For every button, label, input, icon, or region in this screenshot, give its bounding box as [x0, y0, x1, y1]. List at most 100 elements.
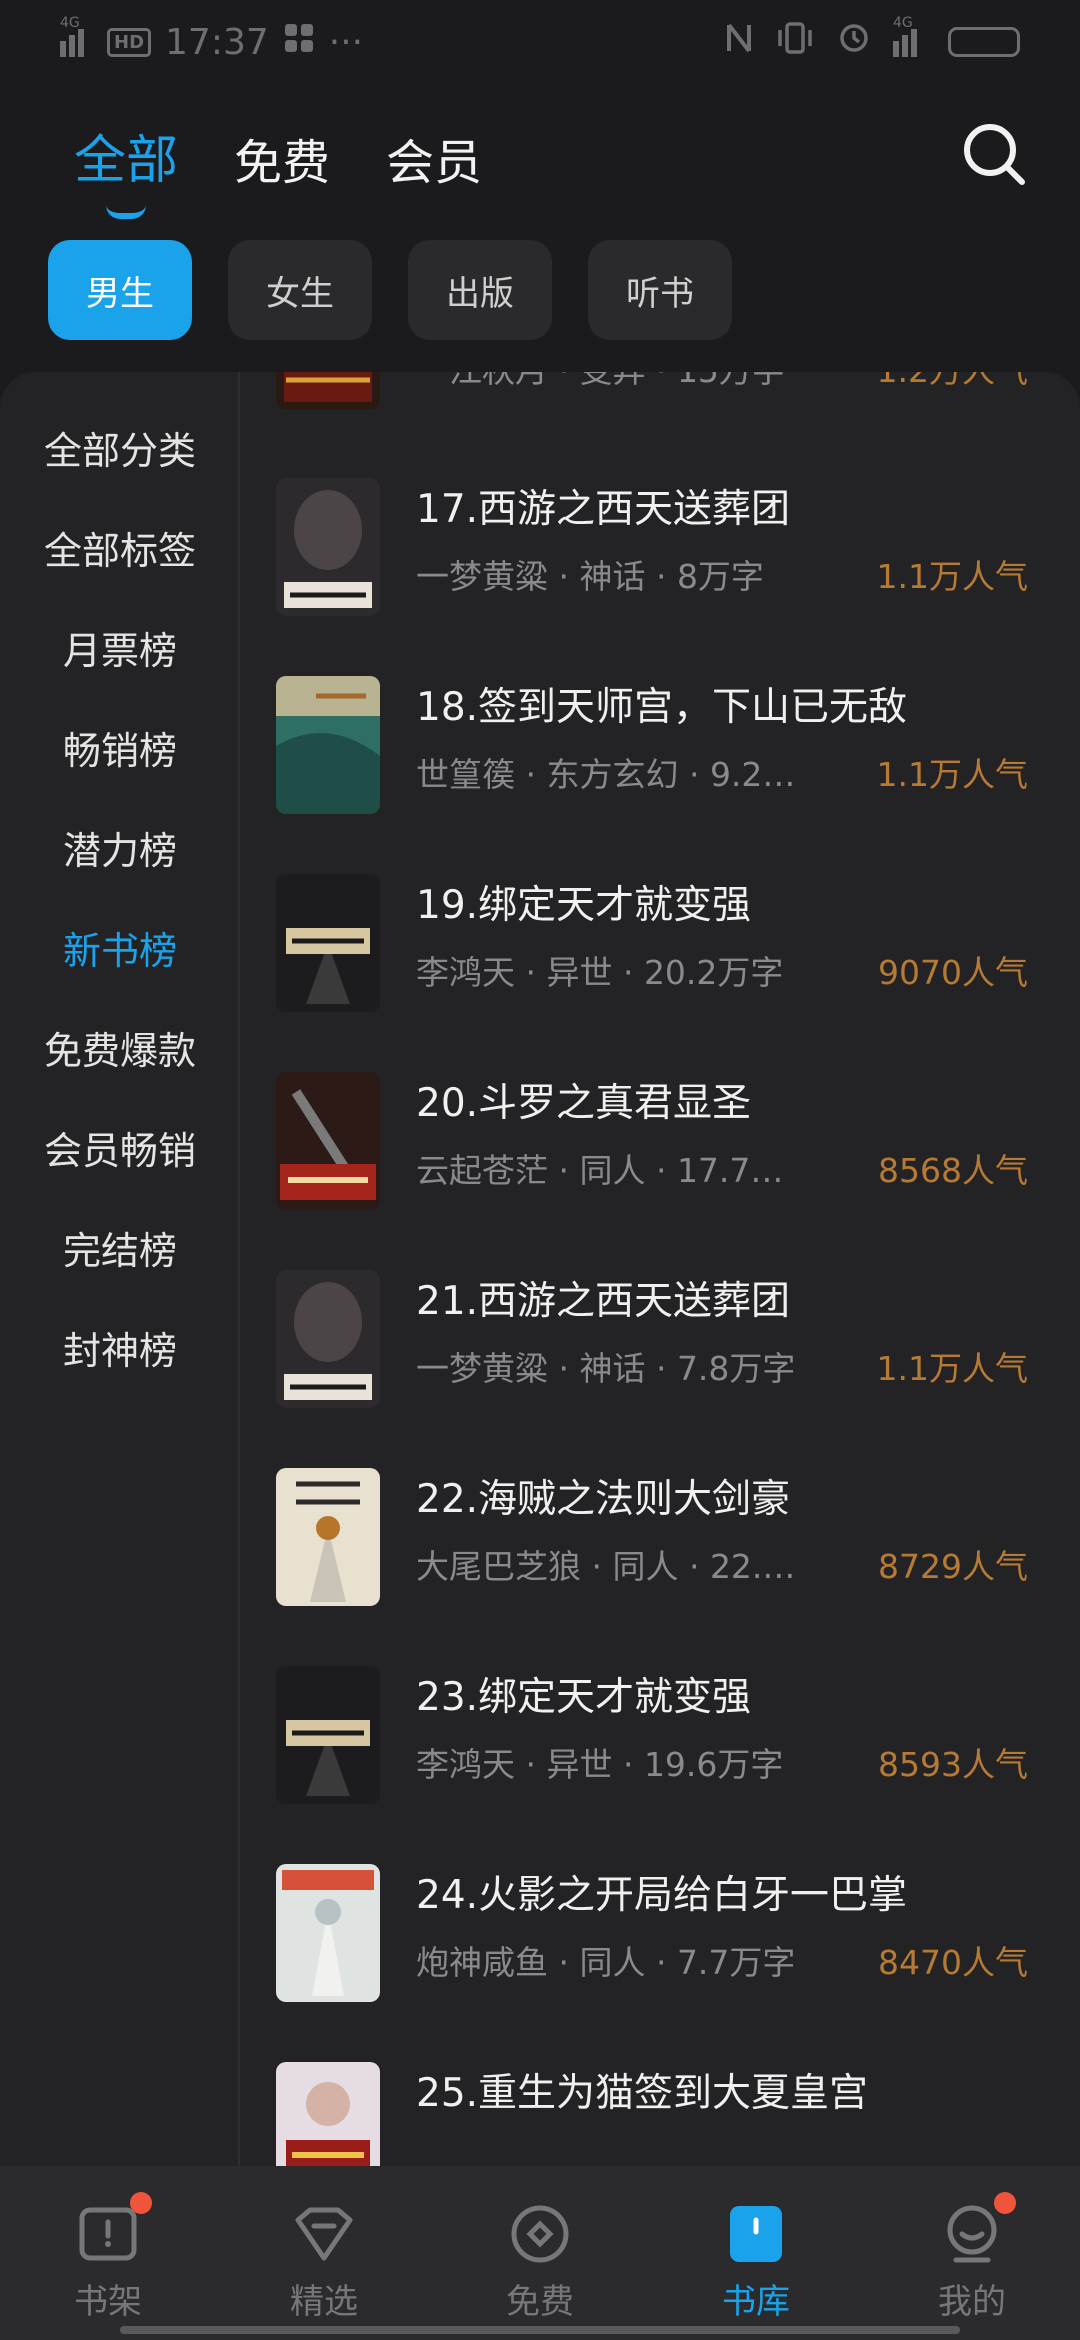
nav-library-label: 书库: [722, 2282, 790, 2322]
book-title: 23.绑定天才就变强: [416, 1675, 752, 1720]
list-item[interactable]: 一江秋月 · 变异 · 15万字 1.2万人气: [240, 372, 1080, 470]
book-cover: [276, 2062, 380, 2166]
tab-member[interactable]: 会员: [386, 123, 482, 193]
book-meta: 一梦黄粱 · 神话 · 7.8万字: [416, 1349, 796, 1388]
library-icon: [724, 2202, 788, 2266]
chip-audiobook[interactable]: 听书: [588, 240, 732, 340]
network-type-right: 4G: [893, 15, 913, 31]
book-meta: 云起苍茫 · 同人 · 17.7…: [416, 1151, 784, 1190]
alarm-icon: [837, 21, 871, 64]
book-popularity: 1.1万人气: [876, 1349, 1028, 1388]
book-title: 24.火影之开局给白牙一巴掌: [416, 1873, 908, 1918]
battery-icon: 22: [948, 27, 1020, 57]
book-cover: [276, 1270, 380, 1408]
side-item-member-bestseller[interactable]: 会员畅销: [0, 1120, 240, 1175]
app-notification-icon: [283, 22, 315, 63]
side-item-potential[interactable]: 潜力榜: [0, 820, 240, 875]
nfc-icon: [725, 21, 753, 64]
book-title: 25.重生为猫签到大夏皇宫: [416, 2071, 869, 2116]
book-meta: 李鸿天 · 异世 · 19.6万字: [416, 1745, 784, 1784]
bookstore-screen: 4G HD 17:37 ··· 4G 22 全部 免费 会员 男生 女生 出版 …: [0, 0, 1080, 2340]
list-item[interactable]: 18.签到天师宫，下山已无敌 世篁篌 · 东方玄幻 · 9.2… 1.1万人气: [240, 676, 1080, 874]
hd-icon: HD: [107, 27, 152, 57]
side-item-free-hits[interactable]: 免费爆款: [0, 1020, 240, 1075]
network-type: 4G: [60, 15, 80, 31]
book-popularity: 8470人气: [878, 1943, 1028, 1982]
book-cover: [276, 1666, 380, 1804]
content-panel: 全部分类 全部标签 月票榜 畅销榜 潜力榜 新书榜 免费爆款 会员畅销 完结榜 …: [0, 372, 1080, 2166]
list-item[interactable]: 22.海贼之法则大剑豪 大尾巴芝狼 · 同人 · 22.… 8729人气: [240, 1468, 1080, 1666]
status-bar: 4G HD 17:37 ··· 4G 22: [0, 0, 1080, 84]
side-item-new-books[interactable]: 新书榜: [0, 920, 240, 975]
top-tabs: 全部 免费 会员: [74, 118, 482, 219]
book-cover: [276, 478, 380, 616]
status-time: 17:37: [165, 21, 269, 63]
tab-member-label: 会员: [386, 135, 483, 191]
free-icon: [508, 2202, 572, 2266]
chip-publish[interactable]: 出版: [408, 240, 552, 340]
nav-free-label: 免费: [506, 2282, 574, 2322]
side-item-all-categories[interactable]: 全部分类: [0, 420, 240, 475]
book-title: 20.斗罗之真君显圣: [416, 1081, 752, 1126]
list-item[interactable]: 20.斗罗之真君显圣 云起苍茫 · 同人 · 17.7… 8568人气: [240, 1072, 1080, 1270]
status-right: 4G 22: [725, 15, 1020, 64]
nav-featured[interactable]: 精选: [216, 2166, 432, 2340]
book-popularity: 1.1万人气: [876, 557, 1028, 596]
battery-percent: 22: [971, 28, 997, 49]
status-left: 4G HD 17:37 ···: [60, 15, 364, 63]
book-popularity: 8593人气: [878, 1745, 1028, 1784]
tab-free[interactable]: 免费: [234, 123, 330, 193]
bottom-nav: 书架 精选 免费 书库 我的: [0, 2166, 1080, 2340]
side-item-legend[interactable]: 封神榜: [0, 1320, 240, 1375]
list-item[interactable]: 24.火影之开局给白牙一巴掌 炮神咸鱼 · 同人 · 7.7万字 8470人气: [240, 1864, 1080, 2062]
tab-all[interactable]: 全部: [74, 118, 179, 219]
book-meta: 一江秋月 · 变异 · 15万字: [416, 372, 816, 392]
nav-free[interactable]: 免费: [432, 2166, 648, 2340]
book-title: 17.西游之西天送葬团: [416, 487, 791, 532]
book-title: 19.绑定天才就变强: [416, 883, 752, 928]
nav-bookshelf-label: 书架: [74, 2282, 142, 2322]
book-meta: 大尾巴芝狼 · 同人 · 22.…: [416, 1547, 796, 1586]
notification-badge: [994, 2192, 1016, 2214]
list-item[interactable]: 23.绑定天才就变强 李鸿天 · 异世 · 19.6万字 8593人气: [240, 1666, 1080, 1864]
book-title: 18.签到天师宫，下山已无敌: [416, 685, 908, 730]
book-cover: [276, 874, 380, 1012]
chip-female[interactable]: 女生: [228, 240, 372, 340]
book-cover: [276, 676, 380, 814]
side-item-bestseller[interactable]: 畅销榜: [0, 720, 240, 775]
search-icon[interactable]: [960, 120, 1028, 188]
notification-badge: [130, 2192, 152, 2214]
nav-library[interactable]: 书库: [648, 2166, 864, 2340]
side-nav: 全部分类 全部标签 月票榜 畅销榜 潜力榜 新书榜 免费爆款 会员畅销 完结榜 …: [0, 372, 240, 2166]
nav-profile[interactable]: 我的: [864, 2166, 1080, 2340]
book-meta: 世篁篌 · 东方玄幻 · 9.2…: [416, 755, 796, 794]
list-item[interactable]: 17.西游之西天送葬团 一梦黄粱 · 神话 · 8万字 1.1万人气: [240, 478, 1080, 676]
book-cover: [276, 1072, 380, 1210]
list-item[interactable]: 19.绑定天才就变强 李鸿天 · 异世 · 20.2万字 9070人气: [240, 874, 1080, 1072]
list-item[interactable]: 25.重生为猫签到大夏皇宫: [240, 2062, 1080, 2166]
tab-all-label: 全部: [74, 131, 179, 191]
book-title: 21.西游之西天送葬团: [416, 1279, 791, 1324]
signal-icon-right: 4G: [893, 15, 926, 57]
more-notifications-icon: ···: [328, 21, 364, 63]
nav-featured-label: 精选: [290, 2282, 358, 2322]
book-meta: 李鸿天 · 异世 · 20.2万字: [416, 953, 784, 992]
side-item-all-tags[interactable]: 全部标签: [0, 520, 240, 575]
book-meta: 一梦黄粱 · 神话 · 8万字: [416, 557, 764, 596]
book-popularity: 8729人气: [878, 1547, 1028, 1586]
list-item[interactable]: 21.西游之西天送葬团 一梦黄粱 · 神话 · 7.8万字 1.1万人气: [240, 1270, 1080, 1468]
book-popularity: 8568人气: [878, 1151, 1028, 1190]
nav-bookshelf[interactable]: 书架: [0, 2166, 216, 2340]
vibrate-icon: [775, 21, 815, 64]
chip-male[interactable]: 男生: [48, 240, 192, 340]
book-popularity: 9070人气: [878, 953, 1028, 992]
book-cover: [276, 1468, 380, 1606]
side-item-completed[interactable]: 完结榜: [0, 1220, 240, 1275]
home-indicator: [120, 2326, 960, 2334]
nav-profile-label: 我的: [938, 2282, 1006, 2322]
profile-icon: [940, 2202, 1004, 2266]
book-cover: [276, 372, 380, 410]
side-item-monthly-ticket[interactable]: 月票榜: [0, 620, 240, 675]
category-chips: 男生 女生 出版 听书: [48, 240, 732, 340]
book-popularity: 1.2万人气: [877, 372, 1028, 392]
